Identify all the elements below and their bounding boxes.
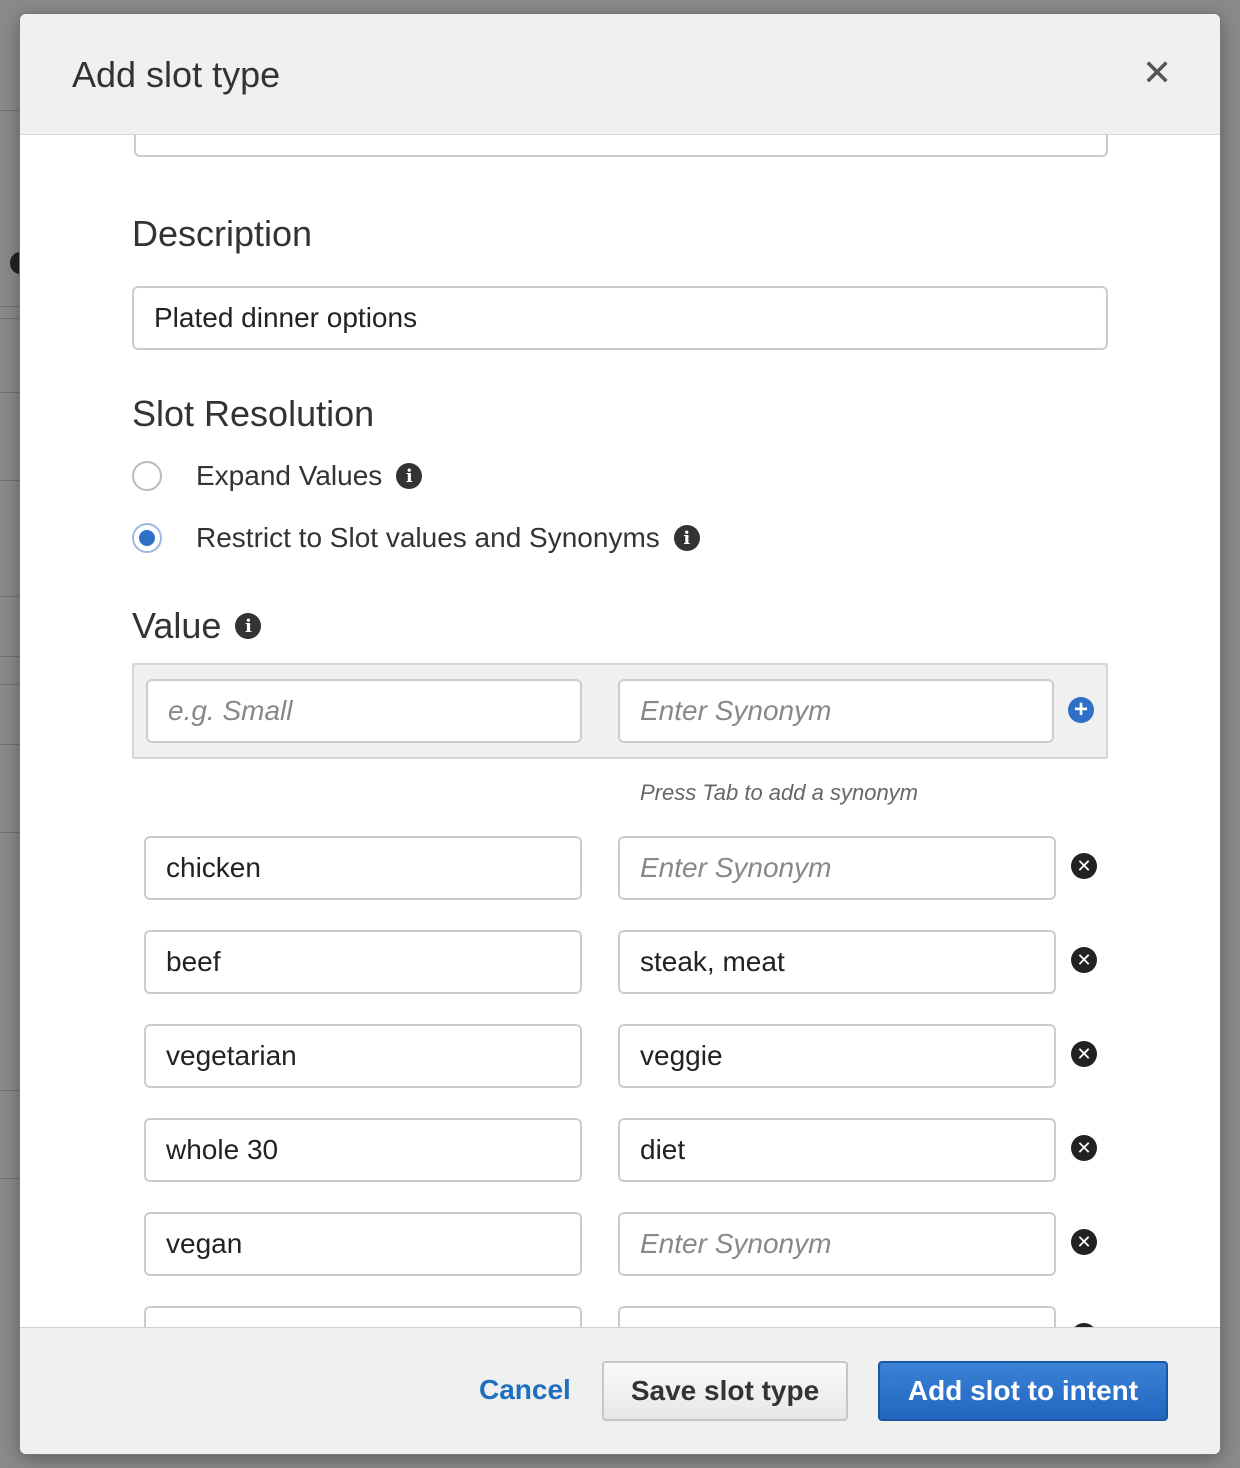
- synonym-input[interactable]: [618, 1118, 1056, 1182]
- synonym-input[interactable]: [618, 1306, 1056, 1327]
- value-label: Value: [132, 605, 222, 646]
- synonym-hint: Press Tab to add a synonym: [640, 780, 919, 805]
- restrict-values-label: Restrict to Slot values and Synonyms: [196, 522, 660, 553]
- expand-values-label: Expand Values: [196, 460, 383, 491]
- cancel-button[interactable]: Cancel: [479, 1374, 571, 1406]
- remove-value-icon[interactable]: ✕: [1071, 1229, 1097, 1255]
- expand-values-radio[interactable]: [132, 461, 162, 491]
- close-icon[interactable]: ✕: [1142, 55, 1172, 91]
- slot-value-input[interactable]: [144, 930, 582, 994]
- slot-type-name-input[interactable]: [134, 135, 1108, 157]
- value-heading: Value i: [132, 605, 262, 647]
- dialog-header: Add slot type ✕: [20, 14, 1220, 135]
- new-synonym-input[interactable]: [618, 679, 1054, 743]
- info-icon[interactable]: i: [396, 463, 423, 489]
- radio-option-expand-values[interactable]: Expand Values i: [132, 458, 423, 494]
- slot-value-input[interactable]: [144, 1024, 582, 1088]
- dialog-title: Add slot type: [72, 54, 281, 95]
- description-label: Description: [132, 213, 313, 254]
- add-slot-to-intent-button[interactable]: Add slot to intent: [878, 1361, 1168, 1421]
- dialog-footer: Cancel Save slot type Add slot to intent: [20, 1327, 1220, 1454]
- save-slot-type-button[interactable]: Save slot type: [602, 1361, 848, 1421]
- slot-value-input[interactable]: [144, 1306, 582, 1327]
- slot-value-input[interactable]: [144, 836, 582, 900]
- dialog-body: Description Slot Resolution Expand Value…: [20, 135, 1220, 1327]
- synonym-input[interactable]: [618, 1212, 1056, 1276]
- synonym-input[interactable]: [618, 930, 1056, 994]
- radio-option-restrict[interactable]: Restrict to Slot values and Synonyms i: [132, 520, 700, 556]
- new-value-panel: +: [132, 663, 1108, 759]
- remove-value-icon[interactable]: ✕: [1071, 1135, 1097, 1161]
- remove-value-icon[interactable]: ✕: [1071, 1041, 1097, 1067]
- remove-value-icon[interactable]: ✕: [1071, 947, 1097, 973]
- info-icon[interactable]: i: [673, 525, 700, 551]
- slot-resolution-label: Slot Resolution: [132, 393, 375, 434]
- description-input[interactable]: [132, 286, 1108, 350]
- new-value-input[interactable]: [146, 679, 582, 743]
- synonym-input[interactable]: [618, 1024, 1056, 1088]
- remove-value-icon[interactable]: ✕: [1071, 853, 1097, 879]
- slot-value-input[interactable]: [144, 1118, 582, 1182]
- restrict-values-radio[interactable]: [132, 523, 162, 553]
- slot-value-input[interactable]: [144, 1212, 582, 1276]
- add-value-icon[interactable]: +: [1068, 697, 1094, 723]
- add-slot-type-dialog: Add slot type ✕ Description Slot Resolut…: [20, 14, 1220, 1454]
- info-icon[interactable]: i: [235, 613, 262, 639]
- synonym-input[interactable]: [618, 836, 1056, 900]
